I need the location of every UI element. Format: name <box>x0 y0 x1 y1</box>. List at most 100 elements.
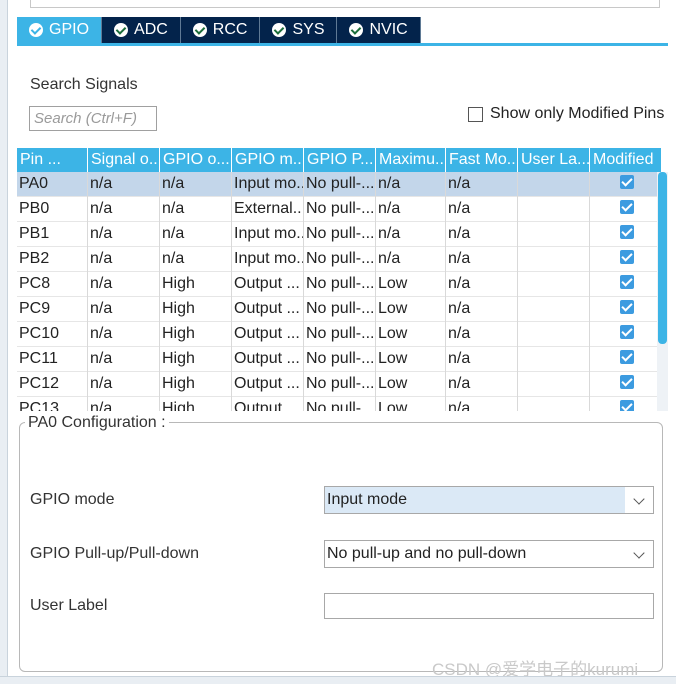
cell-pin: PC10 <box>17 322 88 347</box>
cell-speed: Low <box>376 297 446 322</box>
tab-rcc[interactable]: RCC <box>180 17 261 43</box>
cell-mode: Output ... <box>232 272 304 297</box>
user-label-input[interactable] <box>324 593 654 619</box>
cell-mode: Output ... <box>232 397 304 411</box>
table-row[interactable]: PC11 n/a High Output ... No pull-... Low n/a <box>17 347 662 372</box>
column-header[interactable]: Pin ... <box>17 148 88 172</box>
cell-fast: n/a <box>446 247 518 272</box>
checkbox-checked-icon[interactable] <box>619 250 634 265</box>
top-panel-edge <box>30 0 660 8</box>
gpio-pull-select[interactable]: No pull-up and no pull-down <box>324 540 654 568</box>
cell-label <box>518 222 590 247</box>
gpio-pull-label: GPIO Pull-up/Pull-down <box>30 545 199 562</box>
check-circle-icon <box>272 23 287 37</box>
cell-speed: n/a <box>376 197 446 222</box>
cell-pull: No pull-... <box>304 222 376 247</box>
column-header[interactable]: GPIO m... <box>232 148 304 172</box>
table-row[interactable]: PB1 n/a n/a Input mo... No pull-... n/a n/a <box>17 222 662 247</box>
cell-signal: n/a <box>88 222 160 247</box>
column-header[interactable]: GPIO P... <box>304 148 376 172</box>
show-modified-checkbox[interactable] <box>468 106 483 122</box>
checkbox-checked-icon[interactable] <box>619 275 634 290</box>
tab-adc[interactable]: ADC <box>102 17 181 43</box>
tab-sys[interactable]: SYS <box>260 17 338 43</box>
cell-signal: n/a <box>88 172 160 197</box>
cell-label <box>518 372 590 397</box>
cell-speed: Low <box>376 397 446 411</box>
cell-label <box>518 322 590 347</box>
tab-label: GPIO <box>49 21 90 38</box>
check-circle-icon <box>29 23 43 37</box>
cell-signal: n/a <box>88 197 160 222</box>
table-row[interactable]: PC13 n/a High Output ... No pull-... Low n/a <box>17 397 662 411</box>
tab-gpio[interactable]: GPIO <box>17 17 103 43</box>
table-row[interactable]: PA0 n/a n/a Input mo... No pull-... n/a n/a <box>17 172 662 197</box>
cell-fast: n/a <box>446 222 518 247</box>
cell-pull: No pull-... <box>304 397 376 411</box>
cell-speed: Low <box>376 272 446 297</box>
gpio-mode-value: Input mode <box>327 491 408 508</box>
checkbox-checked-icon[interactable] <box>619 300 634 315</box>
cell-pull: No pull-... <box>304 197 376 222</box>
table-row[interactable]: PC10 n/a High Output ... No pull-... Low n/a <box>17 322 662 347</box>
table-row[interactable]: PC8 n/a High Output ... No pull-... Low n/a <box>17 272 662 297</box>
cell-pin: PC9 <box>17 297 88 322</box>
show-modified-pins-toggle[interactable]: Show only Modified Pins <box>468 105 664 123</box>
column-header[interactable]: Fast Mo... <box>446 148 518 172</box>
cell-mode: Input mo... <box>232 222 304 247</box>
cell-pin: PC11 <box>17 347 88 372</box>
checkbox-checked-icon[interactable] <box>619 350 634 365</box>
table-row[interactable]: PC12 n/a High Output ... No pull-... Low n/a <box>17 372 662 397</box>
checkbox-checked-icon[interactable] <box>619 175 634 190</box>
column-header[interactable]: Modified <box>590 148 662 172</box>
checkbox-checked-icon[interactable] <box>619 375 634 390</box>
table-row[interactable]: PC9 n/a High Output ... No pull-... Low n/a <box>17 297 662 322</box>
table-body: PA0 n/a n/a Input mo... No pull-... n/a n/a PB0… <box>17 172 662 411</box>
pin-configuration-title: PA0 Configuration : <box>25 414 169 432</box>
gpio-pull-value: No pull-up and no pull-down <box>327 545 527 562</box>
cell-signal: n/a <box>88 372 160 397</box>
table-scrollbar-thumb[interactable] <box>658 172 667 344</box>
cell-output: High <box>160 347 232 372</box>
chevron-down-icon[interactable] <box>625 487 653 513</box>
cell-fast: n/a <box>446 347 518 372</box>
checkbox-checked-icon[interactable] <box>619 200 634 215</box>
modified-cell <box>590 297 662 322</box>
modified-cell <box>590 172 662 197</box>
cell-pin: PA0 <box>17 172 88 197</box>
column-header[interactable]: GPIO o... <box>160 148 232 172</box>
cell-signal: n/a <box>88 247 160 272</box>
cell-fast: n/a <box>446 397 518 411</box>
column-header[interactable]: User La... <box>518 148 590 172</box>
checkbox-checked-icon[interactable] <box>619 400 634 411</box>
checkbox-checked-icon[interactable] <box>619 325 634 340</box>
cell-fast: n/a <box>446 272 518 297</box>
search-signals-title: Search Signals <box>30 76 138 93</box>
gpio-mode-select[interactable]: Input mode <box>324 486 654 514</box>
table-scrollbar[interactable] <box>657 172 668 411</box>
cell-speed: Low <box>376 347 446 372</box>
cell-speed: Low <box>376 322 446 347</box>
cell-label <box>518 272 590 297</box>
search-input[interactable] <box>29 106 157 131</box>
cell-label <box>518 347 590 372</box>
cell-pin: PC12 <box>17 372 88 397</box>
window-frame-bottom <box>0 676 676 684</box>
table-row[interactable]: PB2 n/a n/a Input mo... No pull-... n/a n/a <box>17 247 662 272</box>
cell-output: n/a <box>160 172 232 197</box>
chevron-down-icon[interactable] <box>625 541 653 567</box>
cell-pull: No pull-... <box>304 247 376 272</box>
modified-cell <box>590 322 662 347</box>
cell-mode: Output ... <box>232 297 304 322</box>
cell-pull: No pull-... <box>304 322 376 347</box>
cell-signal: n/a <box>88 397 160 411</box>
column-header[interactable]: Maximu... <box>376 148 446 172</box>
checkbox-checked-icon[interactable] <box>619 225 634 240</box>
tab-nvic[interactable]: NVIC <box>337 17 421 43</box>
cell-fast: n/a <box>446 322 518 347</box>
table-row[interactable]: PB0 n/a n/a External... No pull-... n/a n/a <box>17 197 662 222</box>
tab-underline <box>17 43 668 46</box>
pin-table: Pin ... Signal o... GPIO o... GPIO m... GPIO… <box>17 148 668 411</box>
cell-label <box>518 397 590 411</box>
column-header[interactable]: Signal o... <box>88 148 160 172</box>
